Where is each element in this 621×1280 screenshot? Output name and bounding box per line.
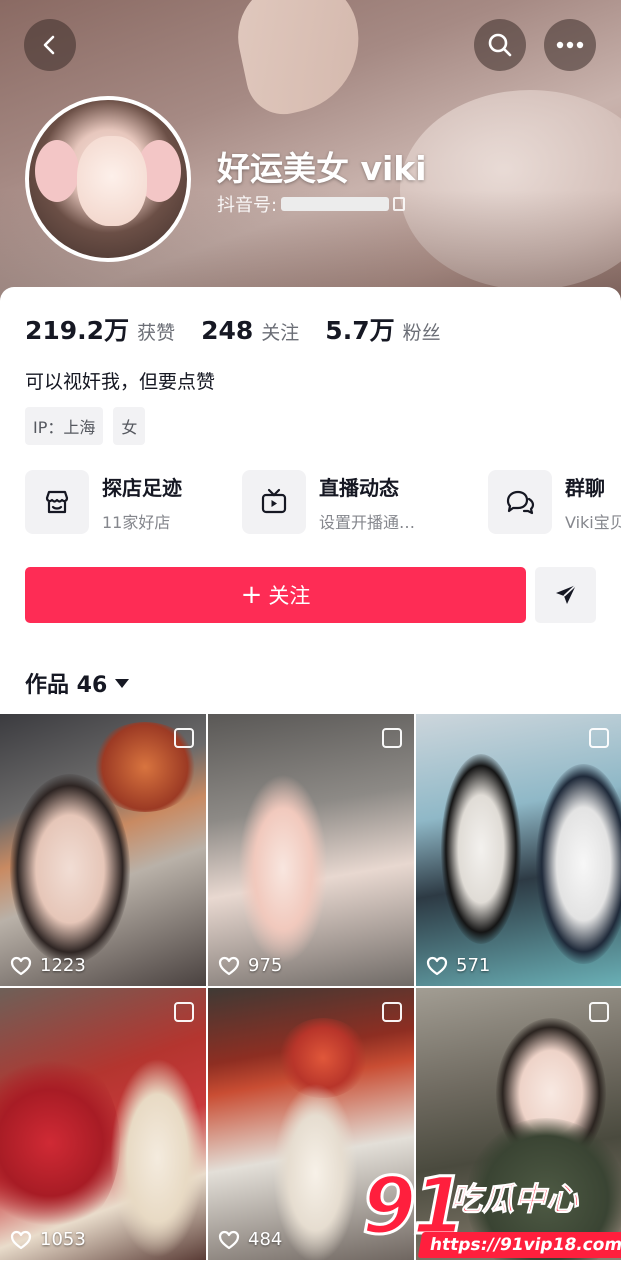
following-count[interactable]: 248: [201, 316, 253, 345]
back-button[interactable]: [24, 19, 76, 71]
select-checkbox[interactable]: [589, 728, 609, 748]
feature-store-visits[interactable]: 探店足迹 11家好店: [25, 470, 182, 534]
banner-background-image: [227, 0, 373, 122]
feature-live-updates[interactable]: 直播动态 设置开播通…: [242, 470, 415, 534]
gender-tag: 女: [113, 407, 146, 445]
feature-group-chat[interactable]: 群聊 Viki宝贝: [488, 470, 621, 534]
watermark: 91 吃瓜中心 https://91vip18.com: [361, 1161, 621, 1266]
store-icon: [45, 490, 69, 514]
video-tile[interactable]: 1223: [0, 714, 206, 986]
search-button[interactable]: [474, 19, 526, 71]
video-likes: 975: [218, 955, 282, 976]
heart-icon: [10, 956, 32, 975]
douyin-id-redacted: [281, 197, 390, 211]
feature-subtitle: 设置开播通…: [319, 512, 416, 532]
select-checkbox[interactable]: [174, 728, 194, 748]
caret-down-icon: [115, 678, 130, 688]
watermark-url: https://91vip18.com: [417, 1232, 621, 1258]
feature-subtitle: 11家好店: [102, 512, 171, 532]
select-checkbox[interactable]: [382, 1002, 402, 1022]
tv-icon: [261, 488, 287, 514]
feature-title: 直播动态: [319, 475, 399, 500]
ip-location-tag: IP：上海: [25, 407, 104, 445]
chat-icon: [506, 490, 535, 515]
heart-icon: [218, 956, 240, 975]
nickname: 好运美女 viki: [217, 149, 427, 188]
follow-label: 关注: [268, 584, 311, 608]
following-label: 关注: [261, 322, 300, 344]
douyin-id-label: 抖音号:: [217, 195, 278, 216]
followers-count[interactable]: 5.7万: [325, 311, 394, 347]
select-checkbox[interactable]: [382, 728, 402, 748]
feature-row: 探店足迹 11家好店 直播动态 设置开播通… 群聊 Viki宝贝: [25, 470, 621, 536]
profile-card: 219.2万 获赞 248 关注 5.7万 粉丝 可以视奸我，但要点赞 IP：上…: [0, 287, 621, 1280]
select-checkbox[interactable]: [589, 1002, 609, 1022]
likes-label: 获赞: [137, 322, 176, 344]
video-likes: 484: [218, 1229, 282, 1250]
avatar[interactable]: [25, 96, 191, 262]
copy-icon[interactable]: [393, 197, 406, 211]
bio: 可以视奸我，但要点赞: [25, 371, 216, 393]
share-button[interactable]: [535, 567, 596, 623]
tag-list: IP：上海 女: [25, 407, 146, 445]
more-button[interactable]: [544, 19, 596, 71]
feature-subtitle: Viki宝贝: [565, 512, 621, 532]
video-likes: 571: [426, 955, 490, 976]
likes-count[interactable]: 219.2万: [25, 311, 129, 347]
follow-button[interactable]: + 关注: [25, 567, 526, 623]
heart-icon: [10, 1230, 32, 1249]
send-icon: [555, 584, 577, 604]
more-horizontal-icon: [556, 41, 584, 49]
feature-title: 探店足迹: [102, 475, 182, 500]
heart-icon: [218, 1230, 240, 1249]
video-likes: 1053: [10, 1229, 86, 1250]
chevron-left-icon: [43, 35, 55, 55]
video-likes: 1223: [10, 955, 86, 976]
stats-row: 219.2万 获赞 248 关注 5.7万 粉丝: [25, 311, 467, 347]
works-tab[interactable]: 作品 46: [25, 667, 130, 699]
followers-label: 粉丝: [402, 322, 441, 344]
heart-icon: [426, 956, 448, 975]
search-icon: [488, 33, 512, 57]
douyin-id[interactable]: 抖音号:: [217, 191, 406, 217]
video-tile[interactable]: 975: [208, 714, 414, 986]
select-checkbox[interactable]: [174, 1002, 194, 1022]
feature-title: 群聊: [565, 475, 605, 500]
video-tile[interactable]: 1053: [0, 988, 206, 1260]
works-label: 作品 46: [25, 673, 108, 698]
plus-icon: +: [240, 580, 263, 610]
video-tile[interactable]: 571: [416, 714, 621, 986]
watermark-name: 吃瓜中心: [449, 1180, 579, 1219]
